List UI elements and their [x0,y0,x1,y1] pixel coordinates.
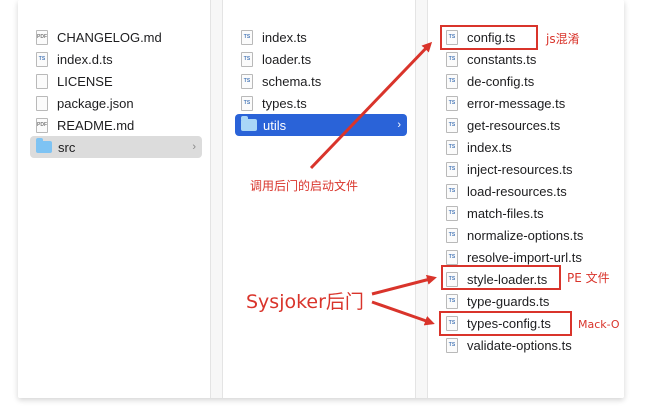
list-item[interactable]: TS match-files.ts [428,202,624,224]
file-name: style-loader.ts [467,271,548,287]
ts-file-icon: TS [446,205,458,221]
chevron-right-icon: › [397,119,401,131]
ts-file-icon: TS [446,29,458,45]
list-item[interactable]: TS type-guards.ts [428,290,624,312]
list-item[interactable]: TS load-resources.ts [428,180,624,202]
utils-file-list: TS config.ts TS constants.ts TS de-config.t… [428,26,624,356]
list-item[interactable]: TS loader.ts [223,48,415,70]
ts-file-icon: TS [446,95,458,111]
folder-icon [36,138,52,153]
annotation-macho: Mack-O [578,318,620,331]
folder-item-src[interactable]: src › [30,136,202,158]
file-name: index.ts [467,139,512,155]
file-name: loader.ts [262,51,312,67]
blank-file-icon [36,95,48,111]
file-name: CHANGELOG.md [57,29,162,45]
list-item[interactable]: LICENSE [18,70,210,92]
file-name: index.d.ts [57,51,113,67]
folder-item-utils[interactable]: utils › [235,114,407,136]
finder-window: PDF CHANGELOG.md TS index.d.ts LICENSE p… [18,0,624,398]
list-item[interactable]: PDF CHANGELOG.md [18,26,210,48]
list-item[interactable]: TS constants.ts [428,48,624,70]
file-name: inject-resources.ts [467,161,573,177]
ts-file-icon: TS [446,271,458,287]
ts-file-icon: TS [241,95,253,111]
file-name: types-config.ts [467,315,551,331]
file-name: type-guards.ts [467,293,550,309]
src-file-list: TS index.ts TS loader.ts TS schema.ts TS… [223,26,415,136]
file-name: package.json [57,95,134,111]
list-item[interactable]: TS config.ts [428,26,624,48]
list-item[interactable]: package.json [18,92,210,114]
annotation-pe-file: PE 文件 [567,271,610,285]
ts-file-icon: TS [446,73,458,89]
file-name: config.ts [467,29,516,45]
column-root: PDF CHANGELOG.md TS index.d.ts LICENSE p… [18,0,210,398]
document-icon: PDF [36,29,48,45]
ts-file-icon: TS [36,51,48,67]
root-file-list: PDF CHANGELOG.md TS index.d.ts LICENSE p… [18,26,210,158]
file-name: README.md [57,117,135,133]
file-name: get-resources.ts [467,117,561,133]
column-utils: TS config.ts TS constants.ts TS de-config.t… [428,0,624,398]
ts-file-icon: TS [446,337,458,353]
annotation-js-obfuscation: js混淆 [546,32,580,46]
list-item[interactable]: TS de-config.ts [428,70,624,92]
list-item[interactable]: TS resolve-import-url.ts [428,246,624,268]
list-item[interactable]: TS get-resources.ts [428,114,624,136]
blank-file-icon [36,73,48,89]
file-name: load-resources.ts [467,183,567,199]
ts-file-icon: TS [446,227,458,243]
ts-file-icon: TS [446,315,458,331]
list-item[interactable]: TS index.ts [428,136,624,158]
list-item[interactable]: TS normalize-options.ts [428,224,624,246]
list-item[interactable]: TS index.d.ts [18,48,210,70]
file-name: error-message.ts [467,95,566,111]
ts-file-icon: TS [241,73,253,89]
file-name: normalize-options.ts [467,227,584,243]
list-item[interactable]: TS validate-options.ts [428,334,624,356]
column-src: TS index.ts TS loader.ts TS schema.ts TS… [223,0,415,398]
list-item[interactable]: PDF README.md [18,114,210,136]
folder-name: src [58,139,76,155]
list-item[interactable]: TS index.ts [223,26,415,48]
file-name: constants.ts [467,51,537,67]
column-resize-handle[interactable] [415,0,428,398]
ts-file-icon: TS [241,29,253,45]
ts-file-icon: TS [446,51,458,67]
column-resize-handle[interactable] [210,0,223,398]
file-name: index.ts [262,29,307,45]
file-name: types.ts [262,95,307,111]
folder-icon [241,116,257,131]
file-name: LICENSE [57,73,113,89]
ts-file-icon: TS [446,139,458,155]
ts-file-icon: TS [241,51,253,67]
list-item[interactable]: TS types.ts [223,92,415,114]
file-name: de-config.ts [467,73,535,89]
ts-file-icon: TS [446,117,458,133]
list-item[interactable]: TS schema.ts [223,70,415,92]
annotation-backdoor-launcher: 调用后门的启动文件 [250,179,359,193]
file-name: validate-options.ts [467,337,572,353]
folder-name: utils [263,117,287,133]
list-item[interactable]: TS error-message.ts [428,92,624,114]
ts-file-icon: TS [446,249,458,265]
chevron-right-icon: › [192,141,196,153]
file-name: schema.ts [262,73,322,89]
file-name: resolve-import-url.ts [467,249,582,265]
ts-file-icon: TS [446,293,458,309]
file-name: match-files.ts [467,205,544,221]
ts-file-icon: TS [446,161,458,177]
annotation-sysjoker: Sysjoker后门 [246,291,364,313]
ts-file-icon: TS [446,183,458,199]
document-icon: PDF [36,117,48,133]
list-item[interactable]: TS inject-resources.ts [428,158,624,180]
